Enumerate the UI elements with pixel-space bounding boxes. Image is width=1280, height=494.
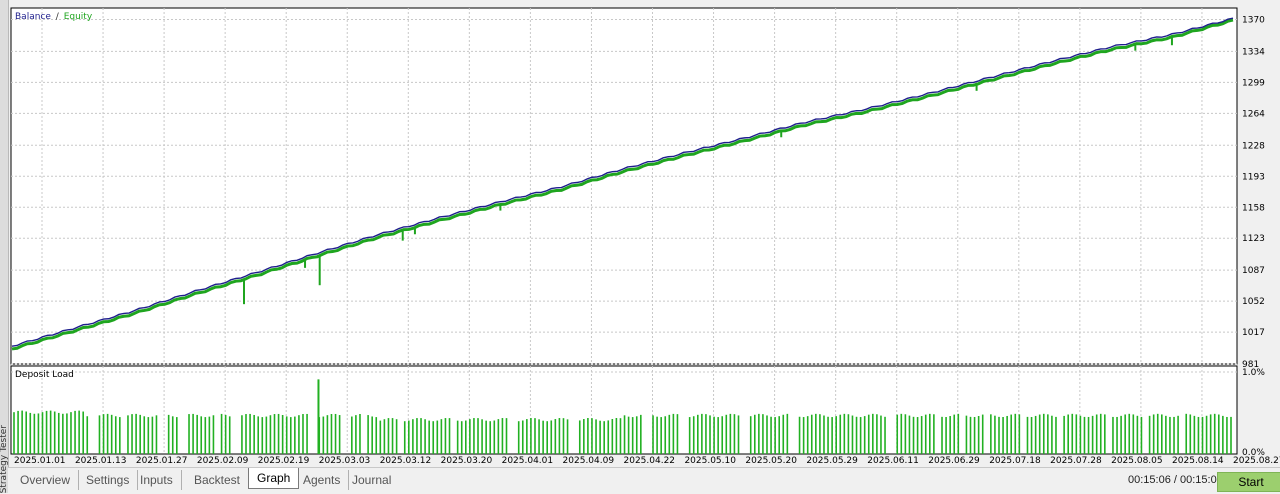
x-tick-label: 2025.01.27 (136, 456, 188, 466)
x-tick-label: 2025.02.09 (197, 456, 249, 466)
legend-balance: Balance (15, 12, 51, 22)
x-tick-label: 2025.04.22 (624, 456, 676, 466)
x-tick-label: 2025.04.01 (502, 456, 554, 466)
x-tick-label: 2025.05.10 (684, 456, 736, 466)
x-axis-labels: 2025.01.01 2025.01.13 2025.01.27 2025.02.09… (14, 456, 1280, 466)
tab-settings[interactable]: Settings (78, 470, 139, 490)
elapsed-timer: 00:15:06 / 00:15:06 (1128, 474, 1223, 486)
x-tick-label: 2025.03.12 (380, 456, 432, 466)
load-tick-top: 1.0% (1242, 368, 1265, 378)
tab-backtest[interactable]: Backtest (186, 470, 248, 490)
legend-equity: Equity (64, 12, 93, 22)
x-tick-label: 2025.07.28 (1050, 456, 1102, 466)
y-tick-label: 1158 (1242, 203, 1265, 213)
x-tick-label: 2025.08.14 (1172, 456, 1224, 466)
tab-graph[interactable]: Graph (248, 468, 300, 489)
chart-area: 1370 1334 1299 1264 1228 1193 1158 1123 1087 1052… (10, 7, 1280, 466)
x-tick-label: 2025.08.27 (1233, 456, 1280, 466)
x-tick-label: 2025.01.01 (14, 456, 66, 466)
tab-overview[interactable]: Overview (12, 470, 80, 490)
y-tick-label: 1299 (1242, 78, 1265, 88)
y-tick-label: 1017 (1242, 328, 1265, 338)
y-tick-label: 1193 (1242, 172, 1265, 182)
x-tick-label: 2025.04.09 (563, 456, 615, 466)
y-axis-ticks: 1370 1334 1299 1264 1228 1193 1158 1123 1087 1052… (1242, 16, 1265, 370)
x-tick-label: 2025.08.05 (1111, 456, 1163, 466)
tester-tab-bar: Overview Settings Inputs Backtest Graph Agent… (8, 467, 1280, 494)
x-tick-label: 2025.03.03 (319, 456, 371, 466)
x-tick-label: 2025.06.29 (928, 456, 980, 466)
deposit-load-label: Deposit Load (15, 370, 74, 380)
tab-journal[interactable]: Journal (344, 470, 399, 490)
tab-inputs[interactable]: Inputs (132, 470, 182, 490)
x-tick-label: 2025.03.20 (441, 456, 493, 466)
y-tick-label: 1087 (1242, 266, 1265, 276)
y-tick-label: 1052 (1242, 297, 1265, 307)
start-button[interactable]: Start (1217, 472, 1280, 492)
y-tick-label: 1264 (1242, 109, 1265, 119)
x-tick-label: 2025.02.19 (258, 456, 310, 466)
x-tick-label: 2025.07.18 (989, 456, 1041, 466)
y-tick-label: 1228 (1242, 141, 1265, 151)
x-tick-label: 2025.06.11 (867, 456, 919, 466)
x-tick-label: 2025.05.20 (745, 456, 797, 466)
tab-agents[interactable]: Agents (295, 470, 350, 490)
x-tick-label: 2025.01.13 (75, 456, 127, 466)
y-tick-label: 1370 (1242, 16, 1265, 26)
y-tick-label: 1334 (1242, 47, 1265, 57)
x-tick-label: 2025.05.29 (806, 456, 858, 466)
y-tick-label: 1123 (1242, 234, 1265, 244)
legend-separator: / (56, 12, 60, 22)
